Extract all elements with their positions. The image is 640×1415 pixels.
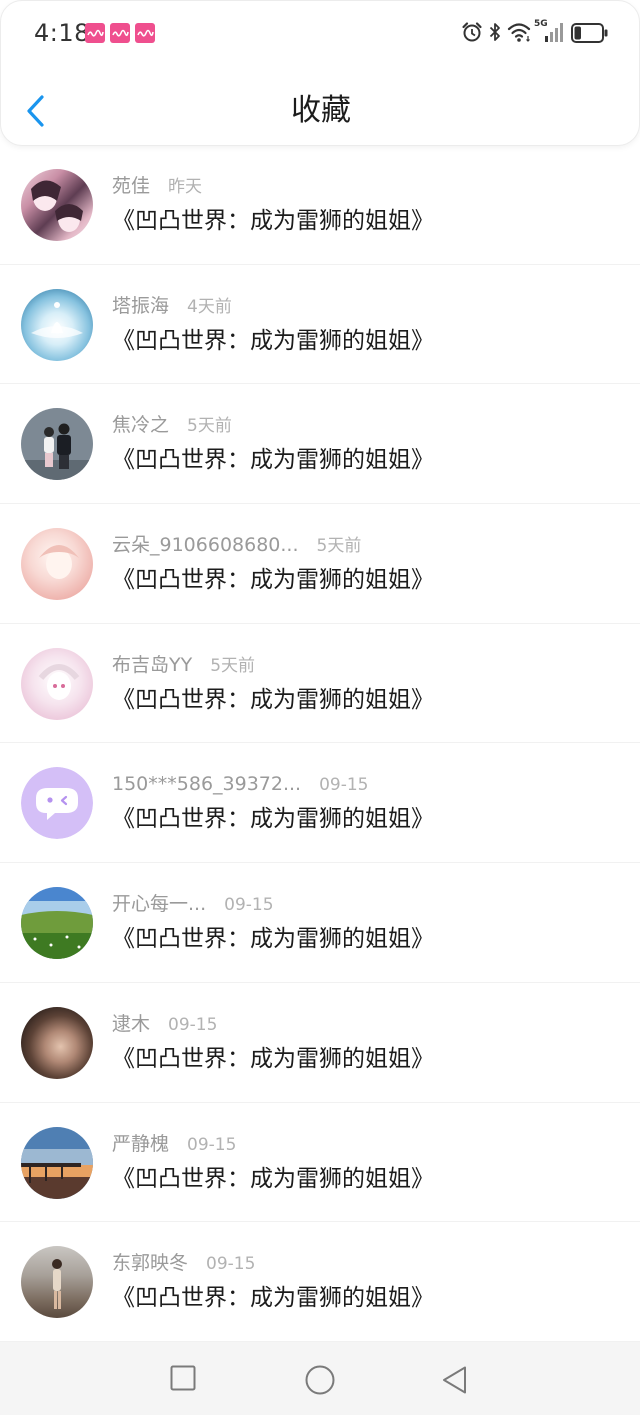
user-name: 焦冷之 [112,414,170,437]
timestamp: 09-15 [168,1014,218,1035]
avatar[interactable] [21,1246,93,1319]
book-title: 《凹凸世界：成为雷狮的姐姐》 [112,1285,434,1312]
user-name: 逮木 [112,1012,151,1035]
app-notification-icon [135,23,155,43]
square-recents-icon[interactable] [170,1365,196,1391]
avatar[interactable] [21,1006,93,1079]
timestamp: 09-15 [206,1254,256,1275]
favorite-item[interactable]: 开心每一... 09-15 《凹凸世界：成为雷狮的姐姐》 [0,863,640,983]
book-title: 《凹凸世界：成为雷狮的姐姐》 [112,208,434,234]
book-title: 《凹凸世界：成为雷狮的姐姐》 [112,806,434,833]
page-title: 收藏 [291,93,351,128]
book-title: 《凹凸世界：成为雷狮的姐姐》 [112,1045,434,1072]
item-meta: 开心每一... 09-15 [112,891,274,917]
item-meta: 焦冷之 5天前 [112,412,232,438]
book-title: 《凹凸世界：成为雷狮的姐姐》 [112,926,434,953]
favorite-item[interactable]: 布吉岛YY 5天前 《凹凸世界：成为雷狮的姐姐》 [0,624,640,744]
app-notification-icon [85,23,105,43]
avatar[interactable] [21,887,93,960]
avatar[interactable] [21,288,93,361]
user-name: 150***586_39372... [112,773,302,796]
user-name: 塔振海 [112,294,170,317]
user-name: 东郭映冬 [112,1252,189,1275]
user-name: 苑佳 [112,175,151,197]
system-nav-bar [0,1342,640,1415]
favorite-item[interactable]: 严静槐 09-15 《凹凸世界：成为雷狮的姐姐》 [0,1103,640,1223]
favorite-item[interactable]: 云朵_9106608680... 5天前 《凹凸世界：成为雷狮的姐姐》 [0,504,640,624]
signal-icon [545,23,563,42]
item-meta: 塔振海 4天前 [112,293,232,319]
favorite-item[interactable]: 焦冷之 5天前 《凹凸世界：成为雷狮的姐姐》 [0,384,640,505]
user-name: 布吉岛YY [112,653,193,676]
app-notification-icon [110,23,130,43]
timestamp: 5天前 [210,655,256,676]
favorite-item[interactable]: 苑佳 昨天 《凹凸世界：成为雷狮的姐姐》 [0,145,640,265]
timestamp: 5天前 [187,416,232,437]
alarm-icon [462,22,482,42]
book-title: 《凹凸世界：成为雷狮的姐姐》 [112,567,434,594]
user-name: 严静槐 [112,1132,170,1155]
book-title: 《凹凸世界：成为雷狮的姐姐》 [112,686,434,713]
favorites-list: 苑佳 昨天 《凹凸世界：成为雷狮的姐姐》 塔振海 4天前 《凹凸世界：成为雷狮的姐姐… [0,145,640,1342]
avatar[interactable] [21,1126,93,1199]
user-name: 云朵_9106608680... [112,534,299,557]
user-name: 开心每一... [112,893,207,916]
item-meta: 云朵_9106608680... 5天前 [112,532,361,558]
favorite-item[interactable]: 150***586_39372... 09-15 《凹凸世界：成为雷狮的姐姐》 [0,743,640,864]
timestamp: 昨天 [168,177,203,197]
avatar[interactable] [21,528,93,601]
favorite-item[interactable]: 逮木 09-15 《凹凸世界：成为雷狮的姐姐》 [0,983,640,1103]
avatar[interactable] [21,408,93,481]
item-meta: 东郭映冬 09-15 [112,1250,255,1276]
chat-bubble-icon [21,767,93,840]
timestamp: 09-15 [319,775,369,796]
bluetooth-icon [489,23,500,41]
timestamp: 09-15 [187,1134,237,1155]
avatar[interactable] [21,169,93,241]
item-meta: 苑佳 昨天 [112,173,202,199]
timestamp: 4天前 [187,296,232,317]
wifi-icon [507,23,531,42]
battery-icon [571,23,608,43]
item-meta: 严静槐 09-15 [112,1131,236,1157]
book-title: 《凹凸世界：成为雷狮的姐姐》 [112,447,434,474]
triangle-back-icon[interactable] [441,1365,469,1395]
item-meta: 150***586_39372... 09-15 [112,771,369,797]
avatar[interactable] [21,767,93,840]
avatar[interactable] [21,647,93,720]
circle-home-icon[interactable] [305,1365,335,1395]
favorite-item[interactable]: 东郭映冬 09-15 《凹凸世界：成为雷狮的姐姐》 [0,1222,640,1342]
item-meta: 布吉岛YY 5天前 [112,652,255,678]
book-title: 《凹凸世界：成为雷狮的姐姐》 [112,1165,434,1192]
timestamp: 09-15 [224,895,274,916]
timestamp: 5天前 [316,536,362,557]
status-time: 4:18 [34,19,90,47]
item-meta: 逮木 09-15 [112,1011,217,1037]
top-bar: 4:18 5G 收藏 [0,0,640,146]
book-title: 《凹凸世界：成为雷狮的姐姐》 [112,327,434,354]
battery-fill [574,26,581,40]
favorite-item[interactable]: 塔振海 4天前 《凹凸世界：成为雷狮的姐姐》 [0,265,640,385]
